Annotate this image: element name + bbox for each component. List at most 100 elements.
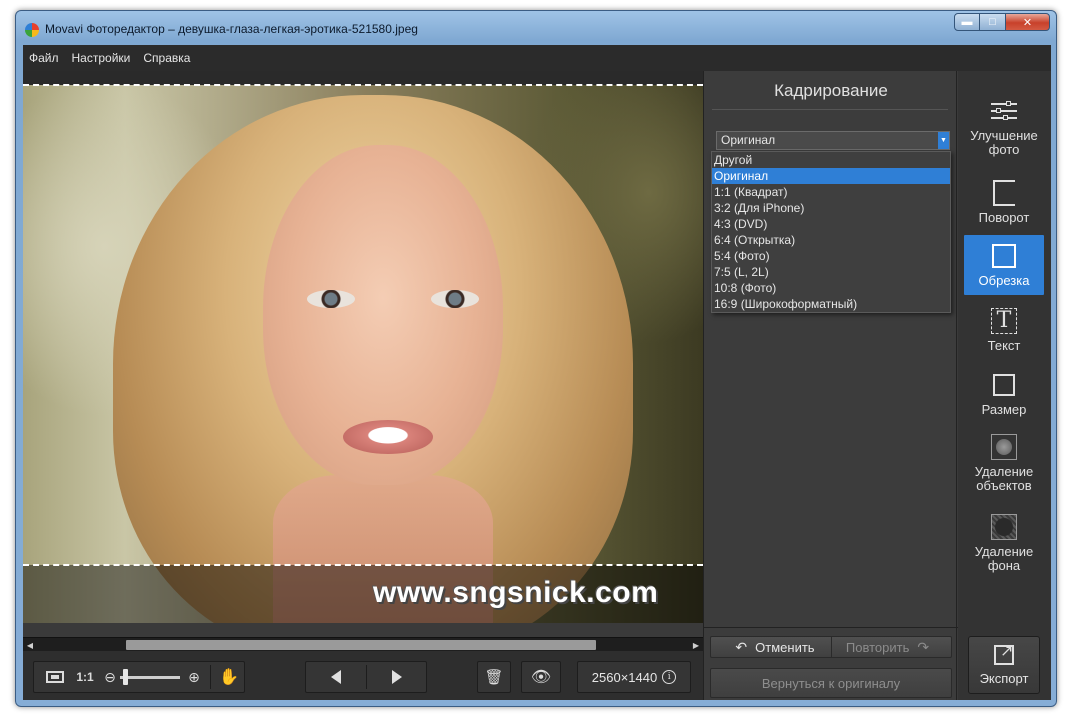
photo-lips	[343, 420, 433, 454]
app-window: Movavi Фоторедактор – девушка-глаза-легк…	[15, 10, 1057, 707]
object-removal-icon	[991, 434, 1017, 460]
aspect-ratio-selected: Оригинал	[721, 133, 776, 147]
image-size-display: 2560×1440 i	[578, 662, 690, 692]
undo-icon: ↶	[735, 638, 748, 655]
text-icon: T	[991, 308, 1017, 334]
scroll-thumb[interactable]	[126, 640, 596, 650]
crop-border-top[interactable]	[23, 84, 703, 86]
scroll-left-icon[interactable]: ◀	[23, 638, 37, 652]
sidebar-item-label: Удаление фона	[974, 544, 1034, 573]
dropdown-option[interactable]: 3:2 (Для iPhone)	[712, 200, 950, 216]
next-image-button[interactable]	[367, 662, 427, 692]
sidebar-item-label: Текст	[987, 338, 1021, 353]
redo-label: Повторить	[845, 639, 910, 655]
zoom-slider-track[interactable]	[120, 676, 180, 679]
panel-divider	[712, 109, 948, 110]
tools-sidebar: Улучшение фото Поворот Обрезка T Текст Р…	[958, 71, 1051, 700]
menu-settings[interactable]: Настройки	[72, 51, 131, 65]
menu-help[interactable]: Справка	[143, 51, 190, 65]
menu-bar: Файл Настройки Справка	[23, 45, 1051, 71]
sidebar-item-label: Удаление объектов	[974, 464, 1034, 493]
app-logo-icon	[25, 23, 39, 37]
sidebar-item-background-removal[interactable]: Удаление фона	[964, 513, 1044, 573]
crop-panel: Кадрирование Оригинал ▼ Другой Оригинал …	[703, 71, 958, 700]
previous-image-button[interactable]	[306, 662, 366, 692]
sidebar-item-crop[interactable]: Обрезка	[964, 235, 1044, 295]
crop-border-bottom[interactable]	[23, 564, 703, 566]
trash-icon: 🗑	[484, 669, 504, 686]
photo-right-eye	[431, 290, 479, 308]
actual-size-button[interactable]: 1:1	[72, 662, 98, 692]
workspace: www.sngsnick.com ◀ ▶ 1:1 ⊖ ⊕ ✋ 🗑 👁 2560×…	[23, 71, 1051, 700]
redo-icon: ↷	[917, 638, 930, 655]
navigation-controls	[305, 661, 427, 693]
zoom-in-icon[interactable]: ⊕	[184, 662, 204, 692]
zoom-controls: 1:1 ⊖ ⊕ ✋	[33, 661, 245, 693]
title-bar[interactable]: Movavi Фоторедактор – девушка-глаза-легк…	[16, 11, 1056, 45]
undo-button[interactable]: ↶ Отменить	[711, 637, 831, 657]
dropdown-option[interactable]: 10:8 (Фото)	[712, 280, 950, 296]
sidebar-item-object-removal[interactable]: Удаление объектов	[964, 433, 1044, 493]
aspect-ratio-select[interactable]: Оригинал ▼	[716, 131, 950, 150]
crop-icon	[992, 244, 1016, 268]
arrow-left-icon	[331, 670, 341, 684]
revert-to-original-button[interactable]: Вернуться к оригиналу	[710, 668, 952, 698]
undo-label: Отменить	[755, 639, 815, 655]
eye-icon: 👁	[530, 669, 552, 686]
photo	[23, 85, 703, 623]
image-size-text: 2560×1440	[591, 669, 658, 685]
panel-title: Кадрирование	[774, 81, 888, 100]
dropdown-option[interactable]: 1:1 (Квадрат)	[712, 184, 950, 200]
dropdown-option[interactable]: 7:5 (L, 2L)	[712, 264, 950, 280]
scroll-right-icon[interactable]: ▶	[689, 638, 703, 652]
fit-to-window-button[interactable]	[40, 662, 70, 692]
export-icon	[994, 641, 1014, 665]
redo-button[interactable]: Повторить ↷	[831, 637, 951, 657]
sidebar-item-label: Поворот	[978, 210, 1030, 225]
image-canvas[interactable]: www.sngsnick.com	[23, 71, 703, 623]
dropdown-option[interactable]: 16:9 (Широкоформатный)	[712, 296, 950, 312]
sidebar-item-label: Размер	[981, 402, 1027, 417]
panel-divider	[704, 627, 958, 628]
toolbar-divider	[210, 665, 211, 689]
history-controls: ↶ Отменить Повторить ↷	[710, 636, 952, 658]
info-icon[interactable]: i	[662, 670, 677, 684]
bottom-toolbar: 1:1 ⊖ ⊕ ✋ 🗑 👁 2560×1440 i	[23, 651, 703, 700]
fit-screen-icon	[46, 671, 64, 683]
arrow-right-icon	[392, 670, 402, 684]
image-info: 2560×1440 i	[577, 661, 691, 693]
window-controls: ▬ □ ✕	[954, 13, 1050, 31]
close-button[interactable]: ✕	[1006, 13, 1050, 31]
zoom-slider-handle[interactable]	[123, 669, 128, 685]
zoom-out-icon[interactable]: ⊖	[100, 662, 120, 692]
export-button[interactable]: Экспорт	[968, 636, 1040, 694]
photo-left-eye	[307, 290, 355, 308]
dropdown-option-selected[interactable]: Оригинал	[712, 168, 950, 184]
dropdown-option[interactable]: 4:3 (DVD)	[712, 216, 950, 232]
window-title: Movavi Фоторедактор – девушка-глаза-легк…	[45, 22, 418, 36]
sidebar-item-rotate[interactable]: Поворот	[964, 179, 1044, 225]
minimize-button[interactable]: ▬	[954, 13, 980, 31]
resize-icon	[993, 374, 1015, 396]
sidebar-item-label: Улучшение фото	[970, 128, 1038, 157]
watermark-text: www.sngsnick.com	[373, 576, 659, 609]
sidebar-item-enhance[interactable]: Улучшение фото	[964, 97, 1044, 157]
sidebar-item-resize[interactable]: Размер	[964, 371, 1044, 417]
horizontal-scrollbar[interactable]: ◀ ▶	[23, 637, 703, 651]
sliders-icon	[991, 100, 1017, 122]
aspect-ratio-dropdown: Другой Оригинал 1:1 (Квадрат) 3:2 (Для i…	[711, 151, 951, 313]
chevron-down-icon[interactable]: ▼	[938, 132, 949, 149]
delete-button[interactable]: 🗑	[477, 661, 511, 693]
menu-file[interactable]: Файл	[29, 51, 59, 65]
preview-button[interactable]: 👁	[521, 661, 561, 693]
background-removal-icon	[991, 514, 1017, 540]
sidebar-item-text[interactable]: T Текст	[964, 307, 1044, 353]
maximize-button[interactable]: □	[980, 13, 1006, 31]
dropdown-option[interactable]: 6:4 (Открытка)	[712, 232, 950, 248]
hand-tool-icon[interactable]: ✋	[214, 662, 244, 692]
rotate-icon	[993, 180, 1015, 206]
sidebar-item-label: Обрезка	[978, 273, 1030, 288]
dropdown-option[interactable]: 5:4 (Фото)	[712, 248, 950, 264]
dropdown-option[interactable]: Другой	[712, 152, 950, 168]
export-label: Экспорт	[979, 670, 1029, 686]
